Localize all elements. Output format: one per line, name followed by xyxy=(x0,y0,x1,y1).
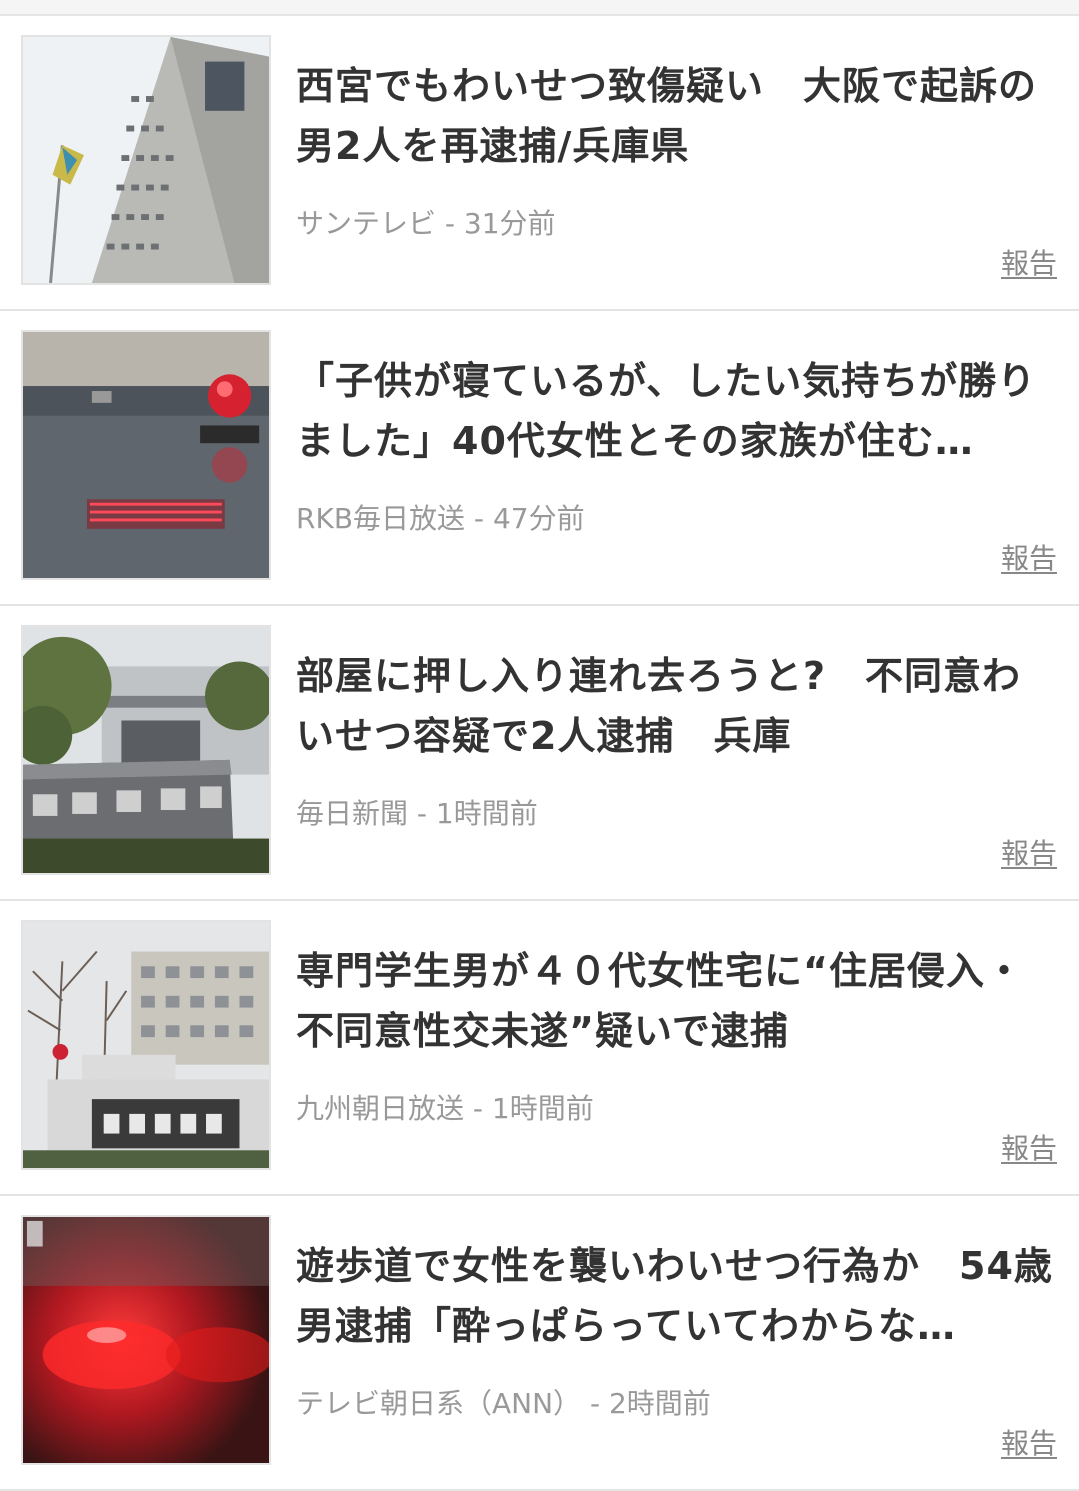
article-time: 47分前 xyxy=(492,502,585,535)
article-meta: テレビ朝日系（ANN） - 2時間前 xyxy=(296,1386,711,1422)
article-meta: RKB毎日放送 - 47分前 xyxy=(296,501,585,537)
top-divider-strip xyxy=(0,0,1079,16)
article-time: 31分前 xyxy=(463,207,556,240)
article-source: 毎日新聞 xyxy=(296,797,409,830)
news-item[interactable]: 西宮でもわいせつ致傷疑い 大阪で起訴の男2人を再逮捕/兵庫県 サンテレビ - 3… xyxy=(0,16,1079,311)
meta-separator: - xyxy=(465,502,493,535)
article-source: 九州朝日放送 xyxy=(296,1092,465,1125)
article-title[interactable]: 遊歩道で女性を襲いわいせつ行為か 54歳男逮捕「酔っぱらっていてわからな… xyxy=(296,1236,1056,1356)
article-time: 1時間前 xyxy=(491,1092,594,1125)
meta-separator: - xyxy=(464,1092,492,1125)
article-title[interactable]: 専門学生男が４０代女性宅に“住居侵入・不同意性交未遂”疑いで逮捕 xyxy=(296,941,1056,1061)
article-meta: 毎日新聞 - 1時間前 xyxy=(296,796,538,832)
office-building-photo-icon[interactable] xyxy=(21,35,271,285)
report-link[interactable]: 報告 xyxy=(1001,246,1057,282)
red-siren-blur-photo-icon[interactable] xyxy=(21,1215,271,1465)
article-meta: 九州朝日放送 - 1時間前 xyxy=(296,1091,594,1127)
report-link[interactable]: 報告 xyxy=(1001,1131,1057,1167)
news-feed: 西宮でもわいせつ致傷疑い 大阪で起訴の男2人を再逮捕/兵庫県 サンテレビ - 3… xyxy=(0,16,1079,1491)
news-item[interactable]: 遊歩道で女性を襲いわいせつ行為か 54歳男逮捕「酔っぱらっていてわからな… テレ… xyxy=(0,1196,1079,1491)
article-time: 2時間前 xyxy=(608,1387,711,1420)
article-source: サンテレビ xyxy=(296,207,437,240)
meta-separator: - xyxy=(408,797,436,830)
report-link[interactable]: 報告 xyxy=(1001,836,1057,872)
report-link[interactable]: 報告 xyxy=(1001,541,1057,577)
article-title[interactable]: 部屋に押し入り連れ去ろうと? 不同意わいせつ容疑で2人逮捕 兵庫 xyxy=(296,646,1056,766)
report-link[interactable]: 報告 xyxy=(1001,1426,1057,1462)
police-station-photo-icon[interactable] xyxy=(21,920,271,1170)
meta-separator: - xyxy=(581,1387,609,1420)
news-item[interactable]: 専門学生男が４０代女性宅に“住居侵入・不同意性交未遂”疑いで逮捕 九州朝日放送 … xyxy=(0,901,1079,1196)
news-item[interactable]: 部屋に押し入り連れ去ろうと? 不同意わいせつ容疑で2人逮捕 兵庫 毎日新聞 - … xyxy=(0,606,1079,901)
article-meta: サンテレビ - 31分前 xyxy=(296,206,556,242)
police-car-siren-photo-icon[interactable] xyxy=(21,330,271,580)
meta-separator: - xyxy=(436,207,464,240)
article-title[interactable]: 「子供が寝ているが、したい気持ちが勝りました」40代女性とその家族が住む… xyxy=(296,351,1056,471)
police-headquarters-sign-photo-icon[interactable] xyxy=(21,625,271,875)
article-source: RKB毎日放送 xyxy=(296,502,466,535)
article-source: テレビ朝日系（ANN） xyxy=(296,1387,582,1420)
article-time: 1時間前 xyxy=(435,797,538,830)
article-title[interactable]: 西宮でもわいせつ致傷疑い 大阪で起訴の男2人を再逮捕/兵庫県 xyxy=(296,56,1056,176)
news-item[interactable]: 「子供が寝ているが、したい気持ちが勝りました」40代女性とその家族が住む… RK… xyxy=(0,311,1079,606)
